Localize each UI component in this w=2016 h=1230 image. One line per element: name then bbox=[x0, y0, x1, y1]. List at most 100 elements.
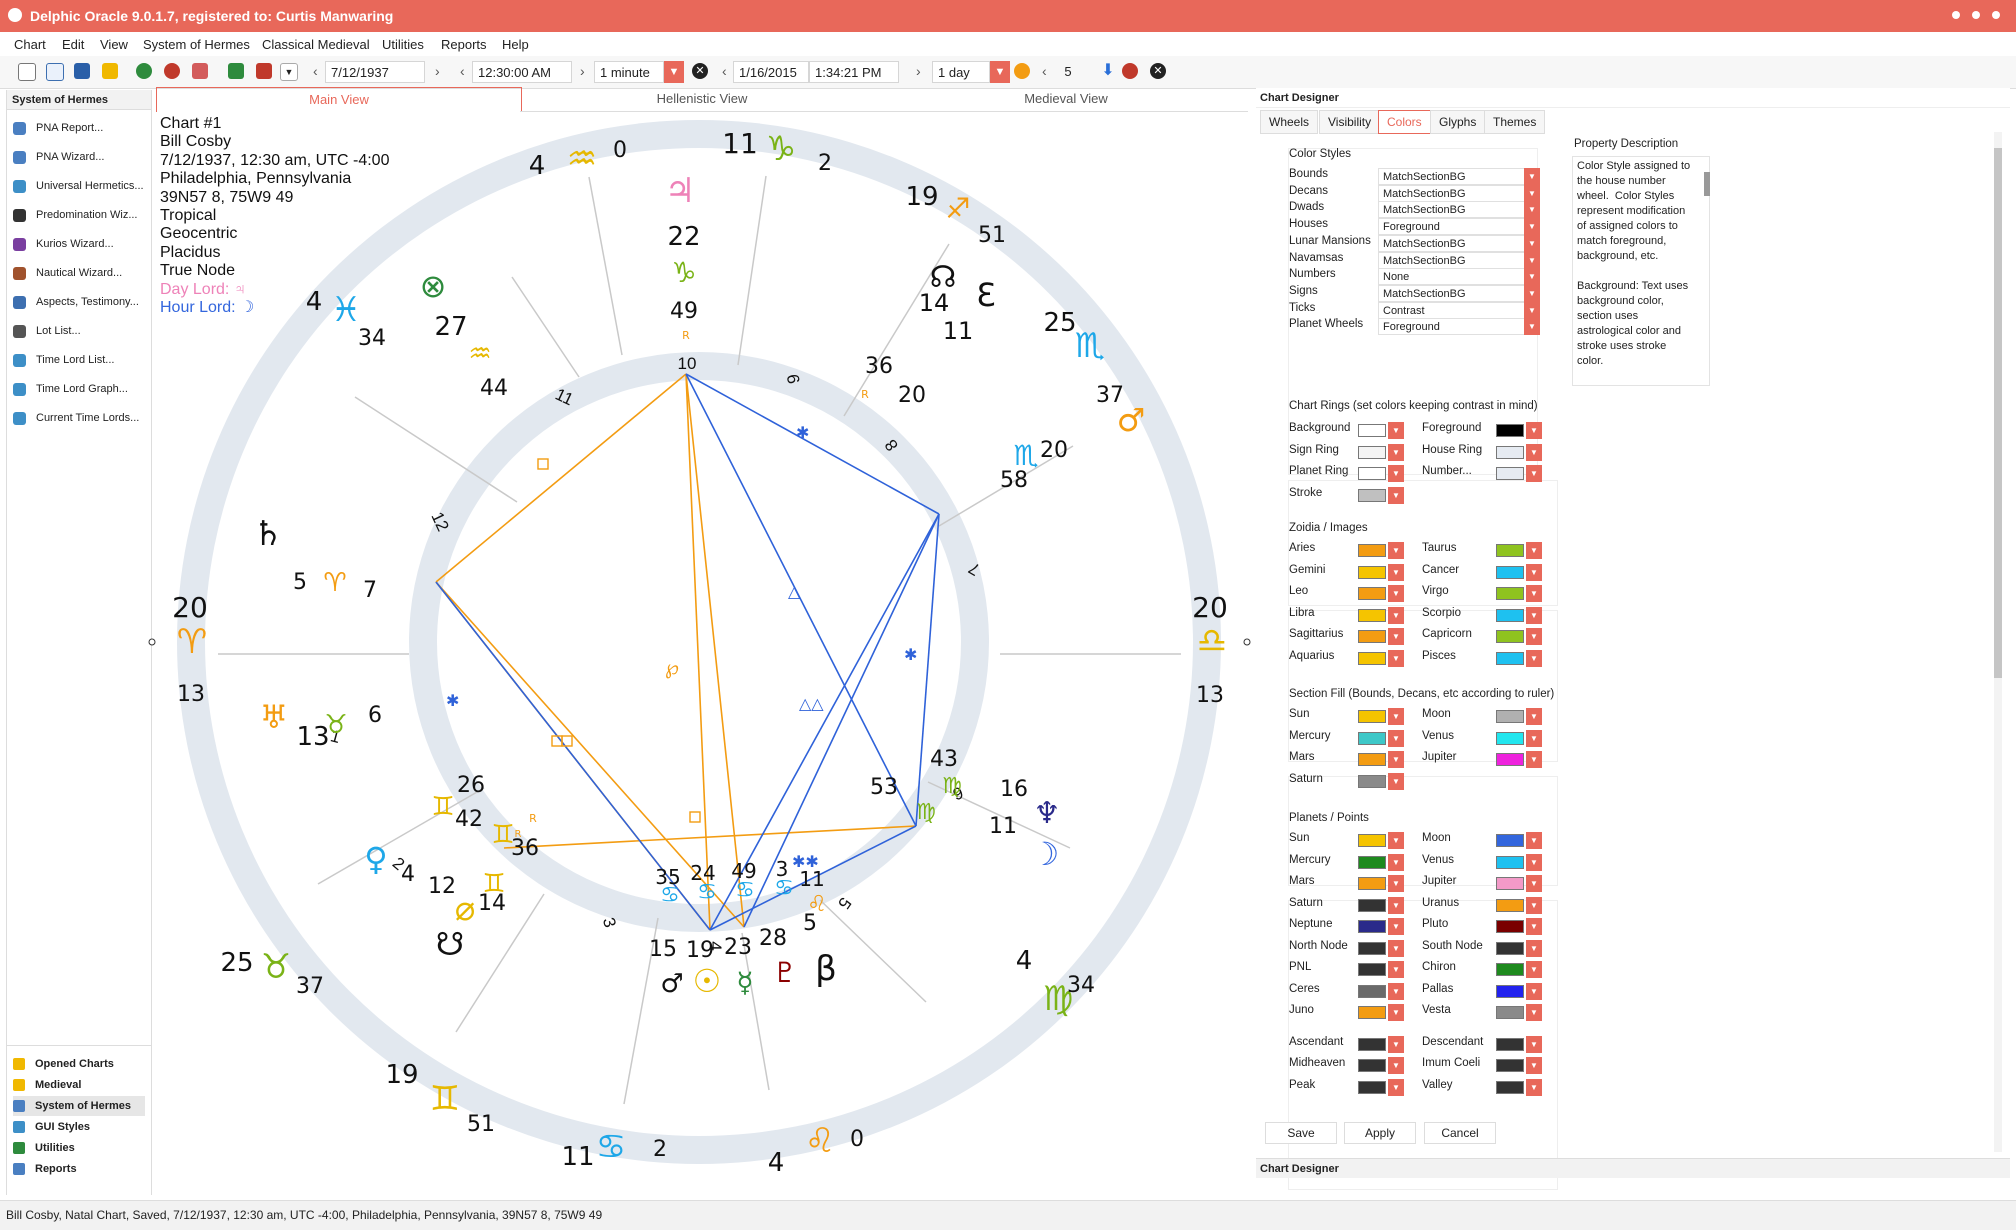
calendar-icon[interactable] bbox=[192, 63, 208, 79]
chevron-down-icon[interactable]: ▼ bbox=[1526, 606, 1542, 624]
chevron-down-icon[interactable]: ▼ bbox=[1524, 318, 1540, 336]
chevron-down-icon[interactable]: ▼ bbox=[1388, 751, 1404, 768]
next-date2-icon[interactable]: › bbox=[916, 63, 921, 79]
chevron-down-icon[interactable]: ▼ bbox=[1388, 1078, 1404, 1096]
color-swatch[interactable] bbox=[1358, 774, 1386, 788]
chart-wheel-icon[interactable] bbox=[1014, 63, 1030, 79]
color-swatch[interactable] bbox=[1358, 710, 1386, 723]
chevron-down-icon[interactable]: ▼ bbox=[1526, 832, 1542, 849]
prev-date-icon[interactable]: ‹ bbox=[313, 63, 318, 79]
chevron-down-icon[interactable]: ▼ bbox=[1526, 465, 1542, 482]
wheel-icon[interactable] bbox=[164, 63, 180, 79]
open-file-icon[interactable] bbox=[46, 63, 64, 81]
color-swatch[interactable] bbox=[1358, 565, 1386, 579]
color-swatch[interactable] bbox=[1496, 1059, 1524, 1072]
color-swatch[interactable] bbox=[1496, 898, 1524, 912]
chevron-down-icon[interactable]: ▼ bbox=[1526, 918, 1542, 935]
color-swatch[interactable] bbox=[1496, 608, 1524, 622]
chevron-down-icon[interactable]: ▼ bbox=[1526, 939, 1542, 957]
chevron-down-icon[interactable]: ▼ bbox=[1388, 1057, 1404, 1074]
date2-field[interactable]: 1/16/2015 bbox=[733, 61, 809, 83]
new-chart-icon[interactable] bbox=[18, 63, 36, 81]
color-style-select[interactable]: Foreground bbox=[1378, 318, 1525, 336]
color-swatch[interactable] bbox=[1358, 1059, 1386, 1072]
arrow-down-icon[interactable]: ⬇ bbox=[1100, 63, 1116, 79]
prev-time-icon[interactable]: ‹ bbox=[460, 63, 465, 79]
color-swatch[interactable] bbox=[1496, 984, 1524, 998]
chevron-down-icon[interactable]: ▼ bbox=[1524, 201, 1540, 219]
left-panel-item[interactable]: Time Lord List... bbox=[13, 350, 114, 370]
chart-wheel[interactable]: △ △△ ✱ ✱ ✱ ✱✱ 123456789101112 4 ♒ 0 11 ♑ 219 ♐… bbox=[148, 112, 1256, 1200]
chevron-down-icon[interactable]: ▼ bbox=[1388, 708, 1404, 725]
color-swatch[interactable] bbox=[1358, 467, 1386, 480]
color-swatch[interactable] bbox=[1496, 445, 1524, 459]
color-swatch[interactable] bbox=[1358, 877, 1386, 890]
nav-item[interactable]: System of Hermes bbox=[13, 1096, 145, 1116]
tab-glyphs[interactable]: Glyphs bbox=[1430, 110, 1486, 134]
chevron-down-icon[interactable]: ▼ bbox=[1524, 284, 1540, 302]
left-panel-item[interactable]: Lot List... bbox=[13, 321, 81, 341]
color-swatch[interactable] bbox=[1496, 963, 1524, 976]
check-icon[interactable] bbox=[228, 63, 244, 79]
color-style-select[interactable]: MatchSectionBG bbox=[1378, 284, 1525, 302]
chevron-down-icon[interactable]: ▼ bbox=[1526, 708, 1542, 725]
color-swatch[interactable] bbox=[1496, 424, 1524, 437]
description-scrollbar[interactable] bbox=[1704, 172, 1710, 196]
color-swatch[interactable] bbox=[1358, 424, 1386, 437]
chevron-down-icon[interactable]: ▼ bbox=[1526, 896, 1542, 914]
chevron-down-icon[interactable]: ▼ bbox=[1388, 542, 1404, 559]
color-style-select[interactable]: MatchSectionBG bbox=[1378, 251, 1525, 269]
prev-date2-icon[interactable]: ‹ bbox=[722, 63, 727, 79]
chevron-down-icon[interactable]: ▼ bbox=[1524, 268, 1540, 286]
chevron-down-icon[interactable]: ▼ bbox=[1526, 961, 1542, 978]
left-panel-item[interactable]: PNA Report... bbox=[13, 118, 103, 138]
chevron-down-icon[interactable]: ▼ bbox=[1526, 853, 1542, 871]
chevron-down-icon[interactable]: ▼ bbox=[1388, 939, 1404, 957]
menu-system-of-hermes[interactable]: System of Hermes bbox=[143, 37, 250, 52]
chevron-down-icon[interactable]: ▼ bbox=[1388, 729, 1404, 747]
chevron-down-icon[interactable]: ▼ bbox=[1526, 443, 1542, 461]
chevron-down-icon[interactable]: ▼ bbox=[1526, 628, 1542, 645]
tab-wheels[interactable]: Wheels bbox=[1260, 110, 1319, 134]
next-time-icon[interactable]: › bbox=[580, 63, 585, 79]
left-panel-item[interactable]: Nautical Wizard... bbox=[13, 263, 122, 283]
color-swatch[interactable] bbox=[1358, 630, 1386, 643]
chevron-down-icon[interactable]: ▼ bbox=[1388, 443, 1404, 461]
color-swatch[interactable] bbox=[1358, 898, 1386, 912]
color-swatch[interactable] bbox=[1358, 731, 1386, 745]
color-swatch[interactable] bbox=[1496, 1037, 1524, 1051]
close-button[interactable] bbox=[1992, 11, 2000, 19]
nav-item[interactable]: Utilities bbox=[13, 1138, 75, 1158]
chevron-down-icon[interactable]: ▼ bbox=[1524, 234, 1540, 252]
step2-dropdown[interactable]: ▼ bbox=[990, 61, 1010, 83]
chevron-down-icon[interactable]: ▼ bbox=[1526, 982, 1542, 1000]
menu-help[interactable]: Help bbox=[502, 37, 529, 52]
color-swatch[interactable] bbox=[1496, 587, 1524, 600]
color-swatch[interactable] bbox=[1358, 1006, 1386, 1019]
dropdown-icon[interactable]: ▼ bbox=[280, 63, 298, 81]
color-swatch[interactable] bbox=[1496, 651, 1524, 665]
color-swatch[interactable] bbox=[1358, 651, 1386, 665]
color-style-select[interactable]: None bbox=[1378, 268, 1525, 286]
chevron-down-icon[interactable]: ▼ bbox=[1388, 465, 1404, 482]
chevron-down-icon[interactable]: ▼ bbox=[1526, 563, 1542, 581]
chevron-down-icon[interactable]: ▼ bbox=[1526, 422, 1542, 439]
chevron-down-icon[interactable]: ▼ bbox=[1526, 1078, 1542, 1096]
count-field[interactable]: 5 bbox=[1052, 61, 1084, 83]
step1-dropdown[interactable]: ▼ bbox=[664, 61, 684, 83]
chevron-down-icon[interactable]: ▼ bbox=[1526, 875, 1542, 892]
color-swatch[interactable] bbox=[1496, 630, 1524, 643]
color-swatch[interactable] bbox=[1358, 445, 1386, 459]
stop-icon[interactable] bbox=[1122, 63, 1138, 79]
color-swatch[interactable] bbox=[1496, 1006, 1524, 1019]
maximize-button[interactable] bbox=[1972, 11, 1980, 19]
color-swatch[interactable] bbox=[1358, 984, 1386, 998]
chevron-down-icon[interactable]: ▼ bbox=[1388, 918, 1404, 935]
chevron-down-icon[interactable]: ▼ bbox=[1526, 1057, 1542, 1074]
tab-medieval-view[interactable]: Medieval View bbox=[884, 87, 1248, 112]
color-swatch[interactable] bbox=[1496, 731, 1524, 745]
color-swatch[interactable] bbox=[1496, 710, 1524, 723]
close-chart-icon[interactable]: ✕ bbox=[1150, 63, 1166, 79]
color-style-select[interactable]: Foreground bbox=[1378, 218, 1525, 236]
color-swatch[interactable] bbox=[1496, 834, 1524, 847]
